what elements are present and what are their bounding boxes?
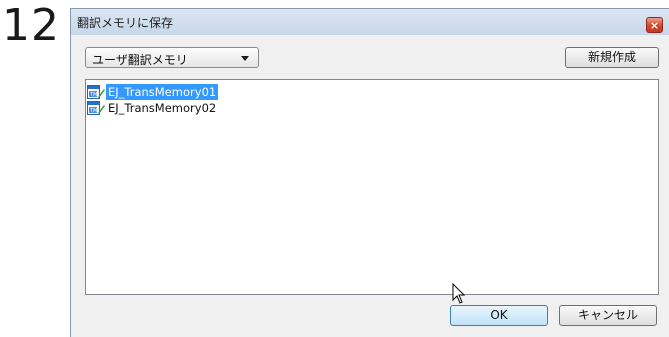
svg-text:TM: TM: [89, 92, 97, 98]
dialog-body: ユーザ翻訳メモリ 新規作成 TM EJ_TransMemory01 TM EJ_…: [71, 35, 669, 337]
save-to-translation-memory-dialog: 翻訳メモリに保存 × ユーザ翻訳メモリ 新規作成 TM EJ_TransMemo…: [70, 8, 669, 337]
list-item-label: EJ_TransMemory02: [108, 101, 217, 115]
mouse-cursor-icon: [452, 283, 466, 304]
new-button[interactable]: 新規作成: [565, 47, 659, 68]
title-bar[interactable]: 翻訳メモリに保存 ×: [71, 9, 669, 35]
memory-type-select[interactable]: ユーザ翻訳メモリ: [85, 47, 259, 68]
memory-type-select-value: ユーザ翻訳メモリ: [92, 53, 188, 67]
step-number: 12: [2, 0, 60, 51]
ok-button[interactable]: OK: [450, 305, 548, 326]
window-title: 翻訳メモリに保存: [77, 16, 174, 30]
chevron-down-icon: [241, 56, 249, 61]
translation-memory-icon: TM: [87, 85, 105, 99]
close-icon: ×: [649, 19, 660, 32]
translation-memory-icon: TM: [87, 101, 105, 115]
svg-text:TM: TM: [89, 108, 97, 114]
list-item-label: EJ_TransMemory01: [106, 84, 219, 100]
cancel-button[interactable]: キャンセル: [559, 305, 657, 326]
close-button[interactable]: ×: [646, 17, 663, 33]
memory-list[interactable]: TM EJ_TransMemory01 TM EJ_TransMemory02: [85, 79, 659, 295]
